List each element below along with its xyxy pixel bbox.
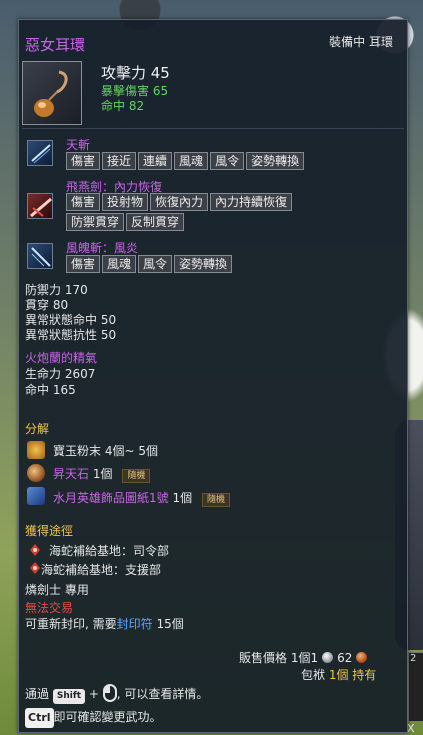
decompose-title: 分解 — [25, 422, 50, 436]
shift-key: Shift — [52, 689, 86, 704]
close-icon[interactable]: X — [407, 722, 415, 735]
skill-tag: 姿勢轉換 — [246, 152, 305, 170]
skill-name: 風魄斬：風炎 — [66, 241, 139, 255]
jade-powder-icon — [27, 441, 45, 459]
skill-tags: 傷害 風魂 風令 姿勢轉換 — [66, 255, 234, 273]
wind-slash-icon — [27, 243, 53, 269]
hint-prefix: 通過 — [25, 687, 50, 701]
item-name: 惡女耳環 — [25, 36, 86, 54]
side-hotbar-slot[interactable]: 2 — [408, 652, 423, 722]
status-resist-stat: 異常狀態抗性 50 — [25, 328, 117, 342]
ctrl-hint-text: 即可確認變更武功。 — [53, 710, 162, 724]
essence-hp: 生命力 2607 — [25, 367, 96, 381]
skill-tag: 傷害 — [66, 152, 101, 170]
material-name: 水月英雄飾品圖紙1號 — [53, 491, 169, 505]
design-scroll-icon — [27, 487, 45, 505]
bag-count: 包袱 1個 持有 — [301, 666, 376, 683]
map-pin-icon — [29, 543, 41, 557]
skill-tags: 防禦貫穿 反制貫穿 — [66, 213, 186, 231]
material-qty: 1個 — [92, 467, 113, 481]
skill-tag: 防禦貫穿 — [66, 213, 125, 231]
sword-slash-icon — [27, 140, 53, 166]
class-only: 燐劍士 專用 — [25, 583, 89, 597]
map-pin-icon — [29, 561, 41, 575]
material-row: 昇天石 1個 隨機 — [53, 465, 151, 483]
skill-tag: 傷害 — [66, 255, 101, 273]
skill-tags: 傷害 投射物 恢復內力 內力持續恢復 — [66, 193, 294, 211]
item-tooltip: 惡女耳環 裝備中 耳環 攻擊力 45 暴擊傷害 65 命中 82 天斬 傷害 接… — [18, 19, 408, 733]
skill-tag: 傷害 — [66, 193, 101, 211]
bag-label: 包袱 — [301, 668, 329, 682]
skill-tags: 傷害 接近 連續 風魂 風令 姿勢轉換 — [66, 152, 306, 170]
hotbar-slot-number: 2 — [410, 653, 417, 664]
acquire-route: 海蛇補給基地：支援部 — [41, 563, 162, 577]
random-badge: 隨機 — [201, 493, 230, 507]
attack-stat: 攻擊力 45 — [101, 64, 170, 82]
skill-tag: 風令 — [210, 152, 245, 170]
skill-tag: 姿勢轉換 — [174, 255, 233, 273]
sell-silver: 62 — [337, 651, 353, 665]
material-name: 昇天石 — [53, 467, 90, 481]
ctrl-key: Ctrl — [25, 708, 54, 728]
bag-count-value: 1個 持有 — [328, 668, 377, 682]
reseal-qty: 15個 — [152, 617, 184, 631]
acquire-route: 海蛇補給基地：司令部 — [49, 544, 170, 558]
skill-tag: 反制貫穿 — [126, 213, 185, 231]
hint-plus: + — [88, 687, 99, 701]
mouse-icon — [102, 684, 117, 702]
accuracy-stat: 命中 82 — [101, 99, 145, 113]
hint-suffix: , 可以查看詳情。 — [116, 687, 209, 701]
divider — [22, 128, 404, 129]
essence-accuracy: 命中 165 — [25, 383, 76, 397]
material-row: 水月英雄飾品圖紙1號 1個 隨機 — [53, 489, 230, 507]
random-badge: 隨機 — [122, 469, 151, 483]
ascension-stone-icon — [27, 464, 45, 482]
copper-coin-icon — [356, 652, 368, 663]
skill-tag: 恢復內力 — [150, 193, 209, 211]
material-name: 寶玉粉末 — [53, 444, 102, 458]
flying-swallow-icon — [27, 193, 53, 219]
reseal-item: 封印符 — [116, 617, 153, 631]
reseal-prefix: 可重新封印, 需要 — [25, 617, 117, 631]
acquire-title: 獲得途徑 — [25, 524, 74, 538]
essence-title: 火炮蘭的精氣 — [25, 351, 98, 365]
skill-tag: 投射物 — [102, 193, 149, 211]
material-qty: 4個~ 5個 — [104, 444, 158, 458]
skill-tag: 內力持續恢復 — [210, 193, 293, 211]
skill-tag: 風魂 — [102, 255, 137, 273]
skill-tag: 接近 — [102, 152, 137, 170]
skill-tag: 風魂 — [174, 152, 209, 170]
skill-tag: 連續 — [138, 152, 173, 170]
equip-status: 裝備中 耳環 — [329, 35, 393, 49]
sell-price: 販售價格 1個1 62 — [239, 649, 371, 666]
silver-coin-icon — [322, 652, 334, 663]
earring-icon — [22, 61, 82, 125]
no-trade: 無法交易 — [25, 601, 74, 615]
detail-hint: 通過 Shift + , 可以查看詳情。 — [25, 684, 208, 704]
skill-name: 天斬 — [66, 138, 91, 152]
ctrl-hint: Ctrl 即可確認變更武功。 — [25, 708, 162, 728]
material-row: 寶玉粉末 4個~ 5個 — [53, 442, 158, 459]
skill-tag: 風令 — [138, 255, 173, 273]
material-qty: 1個 — [172, 491, 193, 505]
reseal-info: 可重新封印, 需要封印符 15個 — [25, 615, 184, 632]
sell-label: 販售價格 1個1 — [239, 651, 319, 665]
